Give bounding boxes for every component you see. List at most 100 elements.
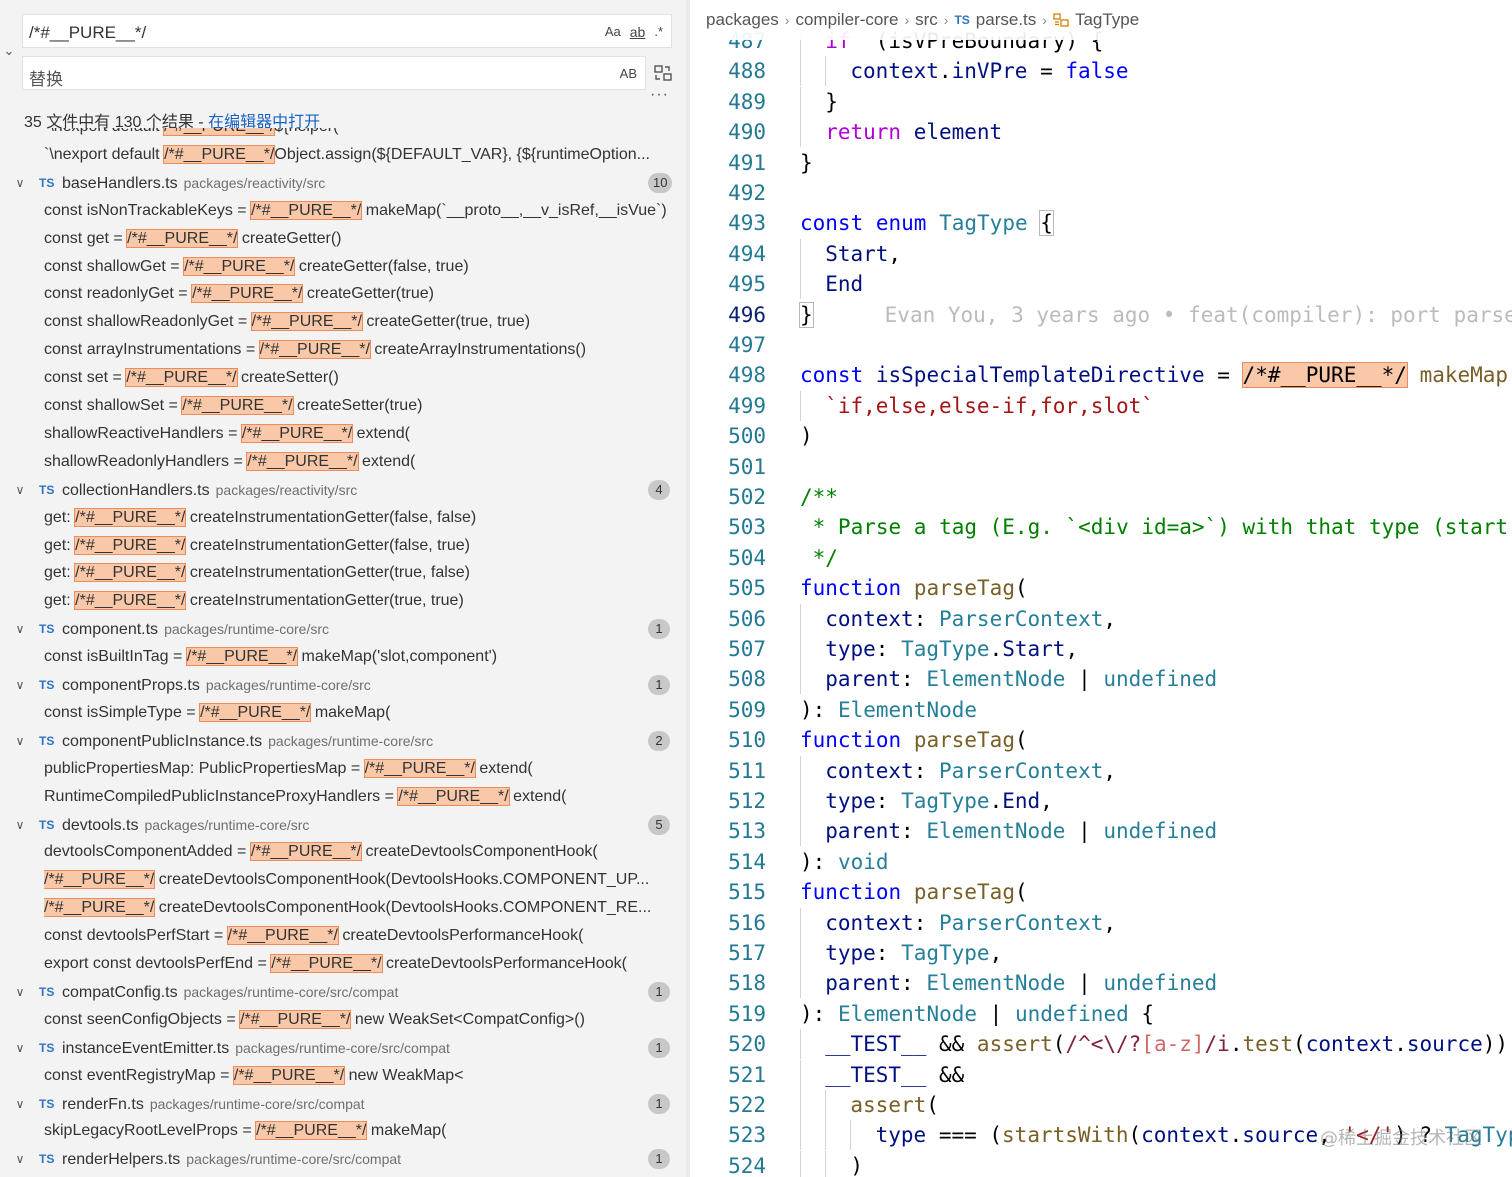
search-match-item[interactable]: const set = /*#__PURE__*/ createSetter(): [0, 364, 686, 392]
code-line[interactable]: 516 context: ParserContext,: [690, 907, 1512, 938]
search-match-item[interactable]: get: /*#__PURE__*/ createInstrumentation…: [0, 587, 686, 615]
code-line[interactable]: 499 `if,else,else-if,for,slot`: [690, 390, 1512, 421]
code-line[interactable]: 517 type: TagType,: [690, 938, 1512, 968]
code-text[interactable]: parent: ElementNode | undefined: [825, 968, 1217, 998]
code-line[interactable]: 507 type: TagType.Start,: [690, 634, 1512, 664]
code-text[interactable]: }: [825, 87, 838, 117]
search-match-item[interactable]: const readonlyGet = /*#__PURE__*/ create…: [0, 280, 686, 308]
chevron-down-icon[interactable]: ∨: [12, 1034, 28, 1062]
file-group-header[interactable]: ∨ TS baseHandlers.ts packages/reactivity/sr…: [0, 169, 686, 197]
code-line[interactable]: 512 type: TagType.End,: [690, 786, 1512, 816]
search-match-item[interactable]: /*#__PURE__*/ createDevtoolsComponentHoo…: [0, 894, 686, 922]
code-text[interactable]: context: ParserContext,: [825, 908, 1116, 938]
chevron-down-icon[interactable]: ∨: [12, 169, 28, 197]
search-match-item[interactable]: shallowReadonlyHandlers = /*#__PURE__*/ …: [0, 448, 686, 476]
breadcrumb-item[interactable]: compiler-core: [795, 10, 898, 30]
code-text[interactable]: ): ElementNode: [800, 695, 977, 725]
file-group-header[interactable]: ∨ TS collectionHandlers.ts packages/reactiv…: [0, 476, 686, 504]
search-query[interactable]: /*#__PURE__*/: [29, 23, 146, 43]
search-match-item[interactable]: const shallowReadonlyGet = /*#__PURE__*/…: [0, 308, 686, 336]
search-match-item[interactable]: get: /*#__PURE__*/ createInstrumentation…: [0, 559, 686, 587]
breadcrumb-item[interactable]: packages: [706, 10, 779, 30]
code-text[interactable]: parent: ElementNode | undefined: [825, 664, 1217, 694]
code-text[interactable]: ): void: [800, 847, 889, 877]
code-text[interactable]: function parseTag(: [800, 877, 1028, 907]
code-text[interactable]: type: TagType.End,: [825, 786, 1053, 816]
search-input[interactable]: /*#__PURE__*/ Aa ab .*: [22, 14, 672, 48]
code-editor[interactable]: packages › compiler-core › src › TS pars…: [690, 0, 1512, 1177]
code-line[interactable]: 495 End: [690, 269, 1512, 300]
code-text[interactable]: ): [800, 421, 813, 451]
match-case-button[interactable]: Aa: [605, 23, 621, 41]
code-line[interactable]: 500): [690, 421, 1512, 451]
search-match-item[interactable]: publicPropertiesMap: PublicPropertiesMap…: [0, 755, 686, 783]
chevron-down-icon[interactable]: ∨: [12, 615, 28, 643]
code-text[interactable]: assert(: [850, 1090, 939, 1120]
replace-input[interactable]: 替换 AB: [22, 56, 646, 90]
breadcrumb-file[interactable]: parse.ts: [976, 10, 1036, 30]
chevron-down-icon[interactable]: ∨: [12, 671, 28, 699]
code-text[interactable]: }: [800, 148, 813, 178]
chevron-down-icon[interactable]: ∨: [12, 978, 28, 1006]
code-line[interactable]: 522 assert(: [690, 1090, 1512, 1120]
file-group-header[interactable]: ∨ TS renderFn.ts packages/runtime-core/src/…: [0, 1090, 686, 1118]
file-group-header[interactable]: ∨ TS instanceEventEmitter.ts packages/runti…: [0, 1034, 686, 1062]
code-line[interactable]: 513 parent: ElementNode | undefined: [690, 816, 1512, 847]
search-match-item[interactable]: get: /*#__PURE__*/ createInstrumentation…: [0, 532, 686, 560]
breadcrumb-item[interactable]: src: [915, 10, 938, 30]
code-text[interactable]: __TEST__ &&: [825, 1060, 964, 1090]
search-match-item[interactable]: const eventRegistryMap = /*#__PURE__*/ n…: [0, 1062, 686, 1090]
code-line[interactable]: 494 Start,: [690, 238, 1512, 269]
chevron-down-icon[interactable]: ∨: [12, 1090, 28, 1118]
file-group-header[interactable]: ∨ TS devtools.ts packages/runtime-core/src 5: [0, 811, 686, 839]
search-match-item[interactable]: const seenConfigObjects = /*#__PURE__*/ …: [0, 1006, 686, 1034]
code-text[interactable]: */: [800, 543, 838, 573]
code-text[interactable]: context: ParserContext,: [825, 756, 1116, 786]
chevron-down-icon[interactable]: ∨: [12, 727, 28, 755]
code-line[interactable]: 493 const enum TagType {: [690, 208, 1512, 238]
code-text[interactable]: ): [850, 1151, 863, 1177]
search-match-item[interactable]: devtoolsComponentAdded = /*#__PURE__*/ c…: [0, 838, 686, 866]
code-text[interactable]: * Parse a tag (E.g. `<div id=a>`) with t…: [800, 512, 1512, 542]
code-line[interactable]: 497: [690, 330, 1512, 360]
code-text[interactable]: context: ParserContext,: [825, 604, 1116, 634]
preserve-case-button[interactable]: AB: [620, 66, 637, 81]
code-text[interactable]: return element: [825, 117, 1002, 147]
search-match-item[interactable]: const get = /*#__PURE__*/ createGetter(): [0, 225, 686, 253]
search-match-item[interactable]: export const devtoolsPerfEnd = /*#__PURE…: [0, 950, 686, 978]
code-text[interactable]: Start,: [825, 239, 901, 269]
code-text[interactable]: function parseTag(: [800, 573, 1028, 603]
code-text[interactable]: __TEST__ && assert(/^<\/?[a-z]/i.test(co…: [825, 1029, 1508, 1059]
search-match-item[interactable]: const isBuiltInTag = /*#__PURE__*/ makeM…: [0, 643, 686, 671]
search-match-item[interactable]: const shallowGet = /*#__PURE__*/ createG…: [0, 253, 686, 281]
code-line[interactable]: 498 const isSpecialTemplateDirective = /*…: [690, 360, 1512, 390]
file-group-header[interactable]: ∨ TS componentPublicInstance.ts packages/ru…: [0, 727, 686, 755]
toggle-replace-chevron-icon[interactable]: ⌄: [2, 44, 16, 58]
search-match-item[interactable]: const shallowSet = /*#__PURE__*/ createS…: [0, 392, 686, 420]
code-line[interactable]: 518 parent: ElementNode | undefined: [690, 968, 1512, 999]
code-line[interactable]: 509): ElementNode: [690, 695, 1512, 725]
regex-button[interactable]: .*: [654, 23, 663, 41]
file-group-header[interactable]: ∨ TS component.ts packages/runtime-core/src…: [0, 615, 686, 643]
search-match-item[interactable]: `\nexport default /*#__PURE__*/${helper(: [0, 128, 686, 141]
code-text[interactable]: type: TagType.Start,: [825, 634, 1078, 664]
code-line[interactable]: 519): ElementNode | undefined {: [690, 999, 1512, 1029]
code-line[interactable]: 521 __TEST__ &&: [690, 1059, 1512, 1090]
code-line[interactable]: 514): void: [690, 847, 1512, 877]
code-line[interactable]: 492: [690, 178, 1512, 208]
search-match-item[interactable]: get: /*#__PURE__*/ createInstrumentation…: [0, 504, 686, 532]
code-line[interactable]: 496} Evan You, 3 years ago • feat(compile…: [690, 300, 1512, 330]
code-text[interactable]: `if,else,else-if,for,slot`: [825, 391, 1154, 421]
search-match-item[interactable]: shallowReactiveHandlers = /*#__PURE__*/ …: [0, 420, 686, 448]
code-line[interactable]: 501: [690, 452, 1512, 482]
code-line[interactable]: 520 __TEST__ && assert(/^<\/?[a-z]/i.test…: [690, 1029, 1512, 1060]
more-options-icon[interactable]: ···: [650, 86, 669, 104]
code-line[interactable]: 515 function parseTag(: [690, 877, 1512, 907]
code-line[interactable]: 503 * Parse a tag (E.g. `<div id=a>`) wi…: [690, 512, 1512, 542]
breadcrumb-symbol[interactable]: TagType: [1075, 10, 1139, 30]
file-group-header[interactable]: ∨ TS compatConfig.ts packages/runtime-core/…: [0, 978, 686, 1006]
chevron-down-icon[interactable]: ∨: [12, 476, 28, 504]
search-match-item[interactable]: skipLegacyRootLevelProps = /*#__PURE__*/…: [0, 1117, 686, 1145]
code-text[interactable]: parent: ElementNode | undefined: [825, 816, 1217, 846]
code-area[interactable]: 487 if (isVPreBoundary) {488 context.inVPr…: [690, 0, 1512, 1177]
